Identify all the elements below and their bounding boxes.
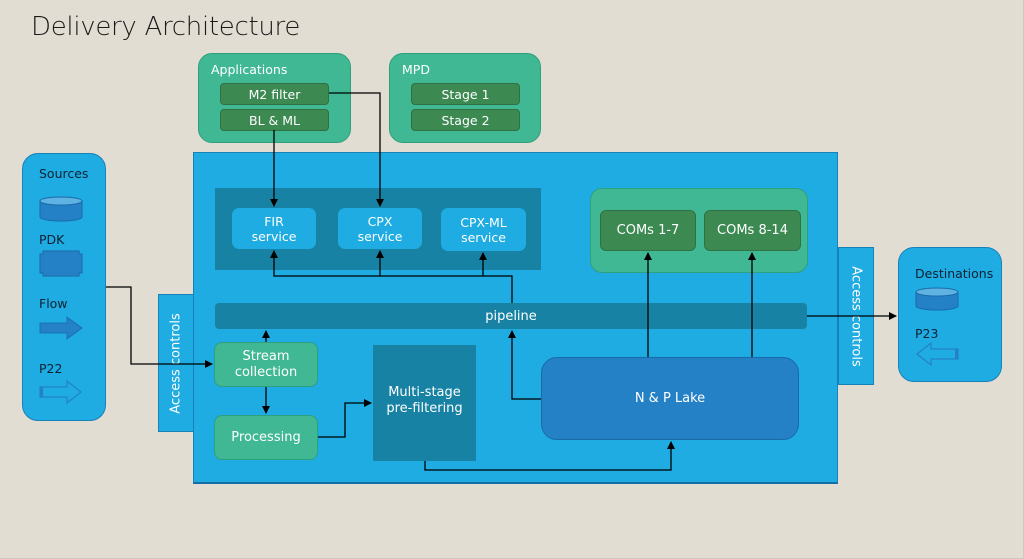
cpx-ml-service-box[interactable]: CPX-ML service: [441, 208, 526, 251]
stream-collection-line1: Stream: [242, 348, 290, 364]
fir-service-line2: service: [251, 228, 297, 244]
p23-label: P23: [915, 326, 939, 341]
access-controls-left: Access controls: [158, 294, 194, 432]
cpx-service-box[interactable]: CPX service: [338, 208, 422, 249]
outline-right-arrow-icon: [39, 380, 82, 404]
destinations-label: Destinations: [915, 266, 994, 281]
outline-left-arrow-icon: [916, 342, 959, 366]
coms-8-14-box[interactable]: COMs 8-14: [704, 210, 801, 251]
fir-service-line1: FIR: [264, 213, 284, 229]
stage-1-box[interactable]: Stage 1: [411, 83, 520, 105]
stream-collection-line2: collection: [234, 364, 298, 380]
coms-1-7-box[interactable]: COMs 1-7: [600, 210, 696, 251]
applications-label: Applications: [211, 62, 288, 77]
destinations-panel: Destinations P23: [898, 247, 1002, 382]
multistage-line2: pre-filtering: [386, 401, 463, 416]
sources-label: Sources: [39, 166, 89, 181]
cpx-ml-service-line2: service: [461, 229, 506, 245]
multistage-line1: Multi-stage: [388, 385, 461, 400]
np-lake-box[interactable]: N & P Lake: [541, 357, 799, 440]
stream-collection-box[interactable]: Stream collection: [214, 342, 318, 387]
fir-service-box[interactable]: FIR service: [232, 208, 316, 249]
pdk-label: PDK: [39, 232, 65, 247]
mpd-panel: MPD Stage 1 Stage 2: [389, 53, 541, 143]
access-controls-right: Access controls: [838, 247, 874, 385]
bl-ml-box[interactable]: BL & ML: [220, 109, 329, 131]
stage-2-box[interactable]: Stage 2: [411, 109, 520, 131]
p22-label: P22: [39, 361, 63, 376]
m2-filter-box[interactable]: M2 filter: [220, 83, 329, 105]
cpx-service-line2: service: [357, 228, 403, 244]
cpx-ml-service-line1: CPX-ML: [460, 214, 507, 230]
mpd-label: MPD: [402, 62, 430, 77]
database-cylinder-icon: [39, 196, 83, 222]
pipeline-label: pipeline: [485, 308, 537, 324]
solid-right-arrow-icon: [39, 316, 83, 340]
access-controls-right-label: Access controls: [848, 265, 864, 367]
database-cylinder-icon: [915, 287, 959, 311]
processing-box[interactable]: Processing: [214, 415, 318, 460]
flow-label: Flow: [39, 296, 68, 311]
notched-rectangle-icon: [39, 250, 83, 277]
applications-panel: Applications M2 filter BL & ML: [198, 53, 351, 143]
pipeline-bar[interactable]: pipeline: [215, 303, 807, 329]
page-title: Delivery Architecture: [31, 12, 301, 42]
access-controls-left-label: Access controls: [168, 312, 184, 414]
cpx-service-line1: CPX: [367, 213, 393, 229]
multistage-prefiltering-box[interactable]: Multi-stage pre-filtering: [373, 345, 476, 461]
sources-panel: Sources PDK Flow P22: [22, 153, 106, 421]
